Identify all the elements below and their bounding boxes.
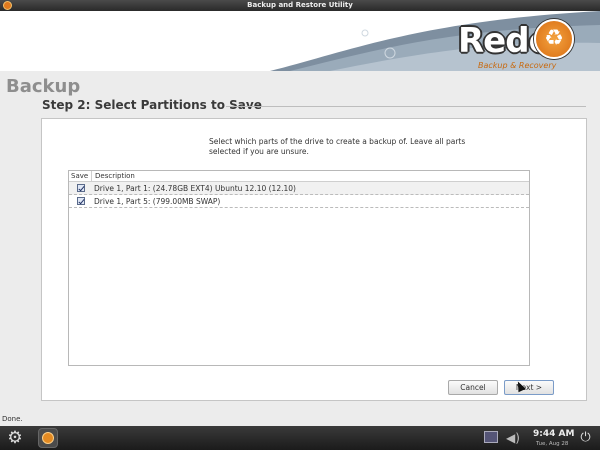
- redo-app-icon[interactable]: [38, 428, 58, 448]
- table-row[interactable]: Drive 1, Part 5: (799.00MB SWAP): [69, 195, 529, 208]
- table-row[interactable]: Drive 1, Part 1: (24.78GB EXT4) Ubuntu 1…: [69, 182, 529, 195]
- column-header-save[interactable]: Save: [69, 171, 92, 181]
- network-icon[interactable]: [484, 431, 498, 443]
- partition-table: Save Description Drive 1, Part 1: (24.78…: [68, 170, 530, 366]
- window-title: Backup and Restore Utility: [247, 1, 353, 9]
- clock-date: Tue, Aug 28: [536, 441, 569, 447]
- step-divider: [226, 106, 586, 107]
- volume-icon[interactable]: ◀): [506, 431, 524, 445]
- status-text: Done.: [2, 415, 23, 423]
- save-cell: [69, 197, 92, 205]
- app-icon: [3, 1, 12, 10]
- save-cell: [69, 184, 92, 192]
- gear-icon[interactable]: ⚙: [6, 429, 24, 447]
- redo-logo: Redo ♻ Backup & Recovery: [458, 19, 578, 70]
- table-header: Save Description: [69, 171, 529, 182]
- step-title: Step 2: Select Partitions to Save: [42, 98, 262, 112]
- taskbar: ⚙ ◀) 9:44 AM Tue, Aug 28 ⏻: [0, 426, 600, 450]
- power-icon[interactable]: ⏻: [578, 430, 593, 445]
- content-panel: Select which parts of the drive to creat…: [41, 118, 587, 401]
- column-header-description[interactable]: Description: [92, 171, 135, 181]
- partition-description: Drive 1, Part 5: (799.00MB SWAP): [94, 196, 221, 206]
- recycle-icon: ♻: [534, 19, 574, 59]
- next-button[interactable]: Next >: [504, 380, 554, 395]
- save-checkbox[interactable]: [76, 197, 85, 205]
- clock-time[interactable]: 9:44 AM: [533, 429, 574, 439]
- window-titlebar: Backup and Restore Utility: [0, 0, 600, 11]
- logo-tagline: Backup & Recovery: [478, 61, 557, 70]
- cancel-button[interactable]: Cancel: [448, 380, 498, 395]
- save-checkbox[interactable]: [76, 184, 85, 192]
- section-title: Backup: [6, 76, 81, 97]
- partition-description: Drive 1, Part 1: (24.78GB EXT4) Ubuntu 1…: [94, 183, 296, 193]
- header-banner: Redo ♻ Backup & Recovery: [0, 11, 600, 71]
- instructions-text: Select which parts of the drive to creat…: [209, 137, 466, 156]
